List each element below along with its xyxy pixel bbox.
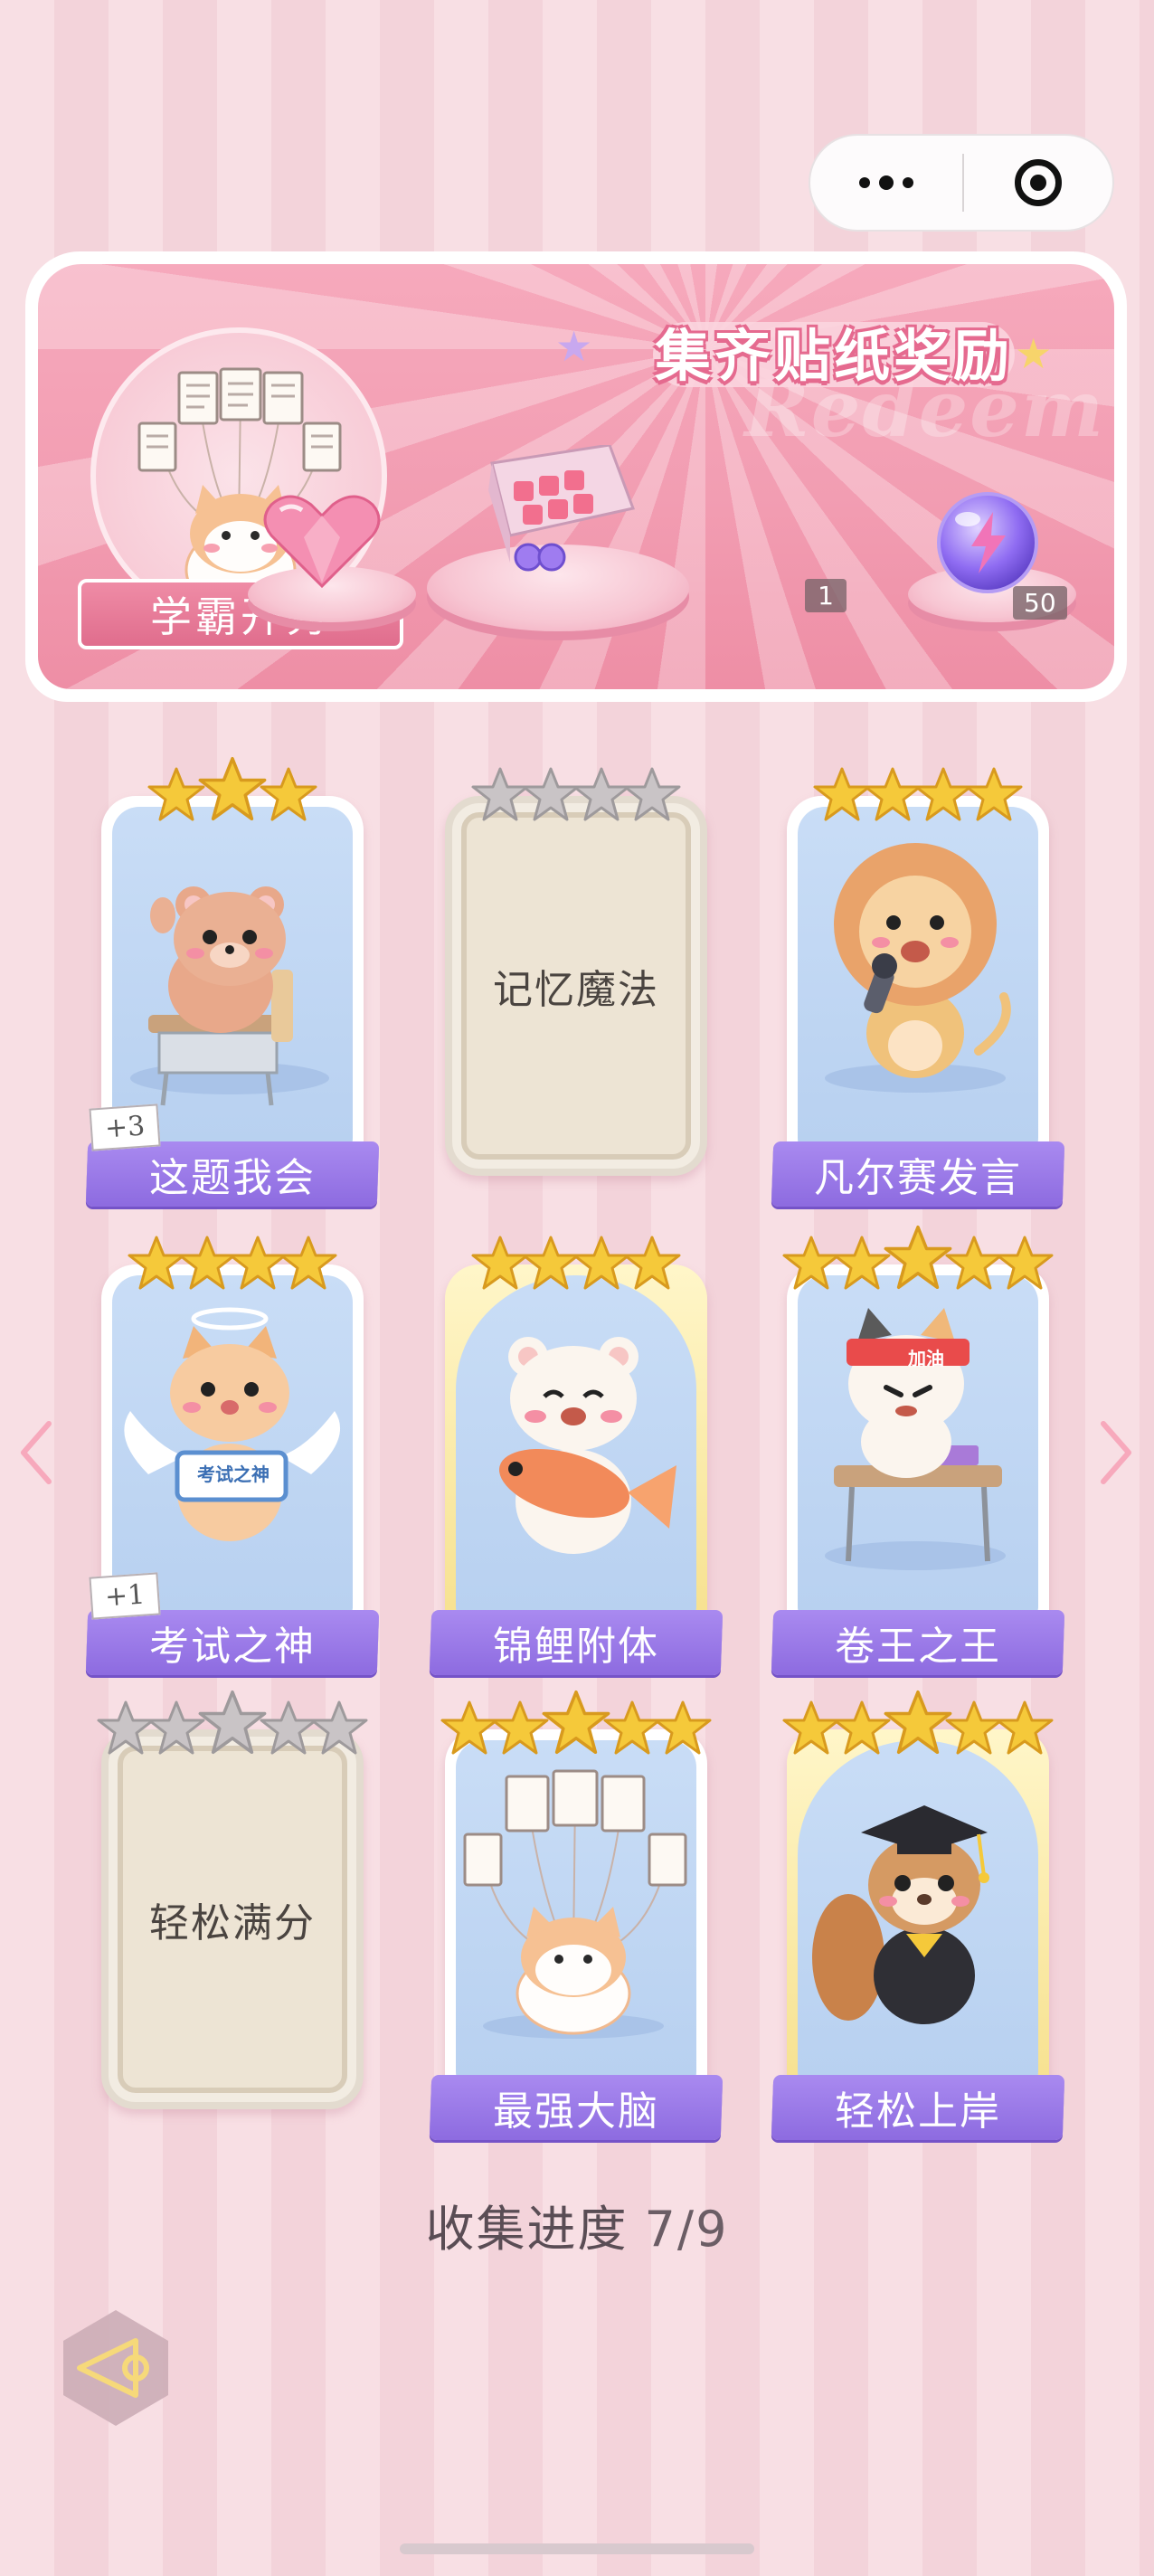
reward-banner: Redeem ★ ★ 集齐贴纸奖励 学霸开秀 1 50 xyxy=(25,251,1127,702)
star-icon xyxy=(996,1236,1054,1290)
progress-value: 7/9 xyxy=(644,2201,729,2258)
home-indicator xyxy=(400,2543,754,2554)
back-arrow-icon xyxy=(63,2310,168,2426)
star-icon xyxy=(279,1236,337,1290)
sticker-label: 轻松上岸 xyxy=(771,2075,1065,2140)
mini-program-capsule xyxy=(809,134,1114,232)
sticker-label: 记忆魔法 xyxy=(493,967,659,1013)
star-icon xyxy=(310,1700,368,1755)
star-icon xyxy=(572,1236,630,1290)
star-icon xyxy=(654,1700,712,1755)
banner-title: 集齐贴纸奖励 xyxy=(653,322,1015,389)
progress-label: 收集进度 xyxy=(425,2201,629,2258)
star-icon xyxy=(813,767,871,821)
star-icon xyxy=(572,767,630,821)
star-icon xyxy=(833,1236,891,1290)
sign-text: 考试之神 xyxy=(197,1463,270,1485)
sticker-label: 锦鲤附体 xyxy=(429,1610,724,1675)
more-button[interactable] xyxy=(810,136,962,230)
star-icon xyxy=(884,1690,952,1755)
star-icon xyxy=(147,767,205,821)
sticker-label: 这题我会 xyxy=(85,1141,380,1207)
target-close-icon xyxy=(1015,159,1062,206)
star-icon xyxy=(833,1700,891,1755)
star-icon xyxy=(945,1700,1003,1755)
star-icon xyxy=(965,767,1023,821)
star-icon xyxy=(603,1700,661,1755)
sticker-label: 凡尔赛发言 xyxy=(771,1141,1065,1207)
purple-star-icon: ★ xyxy=(555,322,593,371)
star-icon xyxy=(884,1225,952,1290)
sticker-card-kao-shi-zhi-shen[interactable]: 考试之神 +1 考试之神 xyxy=(85,1236,380,1681)
sticker-label: 考试之神 xyxy=(85,1610,380,1675)
sticker-card-fan-er-sai-fa-yan[interactable]: 凡尔赛发言 xyxy=(771,767,1065,1212)
sticker-label: 卷王之王 xyxy=(771,1610,1065,1675)
star-icon xyxy=(97,1700,155,1755)
reward-count: 1 xyxy=(805,579,847,612)
star-rating xyxy=(92,1690,373,1757)
previous-page-arrow-icon[interactable] xyxy=(18,1416,54,1489)
star-rating xyxy=(778,1690,1058,1757)
star-icon xyxy=(260,767,317,821)
star-icon xyxy=(147,1700,205,1755)
star-icon xyxy=(864,767,922,821)
sticker-card-zhe-ti-wo-hui[interactable]: +3 这题我会 xyxy=(85,756,380,1212)
sticker-label: 最强大脑 xyxy=(429,2075,724,2140)
star-icon xyxy=(782,1236,840,1290)
sticker-card-qing-song-man-fen[interactable]: 轻松满分 xyxy=(92,1690,373,2145)
star-icon xyxy=(914,767,972,821)
star-rating xyxy=(92,1226,373,1292)
star-icon xyxy=(782,1700,840,1755)
headband-text: 加油 xyxy=(908,1348,944,1369)
star-rating xyxy=(436,1226,716,1292)
duplicate-count-badge: +1 xyxy=(89,1572,161,1620)
star-icon xyxy=(229,1236,287,1290)
star-icon xyxy=(471,1236,529,1290)
collection-progress: 收集进度 7/9 xyxy=(0,2189,1154,2260)
star-icon xyxy=(260,1700,317,1755)
close-button[interactable] xyxy=(964,159,1112,206)
star-icon xyxy=(996,1700,1054,1755)
star-icon xyxy=(623,767,681,821)
star-rating xyxy=(92,756,373,823)
star-icon xyxy=(522,1236,580,1290)
star-icon xyxy=(128,1236,185,1290)
star-rating xyxy=(436,1690,716,1757)
sticker-label: 轻松满分 xyxy=(149,1900,316,1946)
purple-energy-orb-icon[interactable] xyxy=(930,487,1047,599)
star-icon xyxy=(440,1700,498,1755)
back-button[interactable] xyxy=(52,2305,179,2431)
next-page-arrow-icon[interactable] xyxy=(1098,1416,1134,1489)
pink-heart-gem-icon[interactable] xyxy=(259,492,385,595)
sticker-card-ji-yi-mo-fa[interactable]: 记忆魔法 xyxy=(436,767,716,1212)
more-dots-icon xyxy=(859,177,870,188)
sticker-card-juan-wang-zhi-wang[interactable]: 加油 卷王之王 xyxy=(771,1225,1065,1681)
star-icon xyxy=(522,767,580,821)
star-icon xyxy=(491,1700,549,1755)
star-rating xyxy=(778,758,1058,823)
duplicate-count-badge: +3 xyxy=(89,1103,161,1151)
star-icon xyxy=(542,1690,610,1755)
star-icon xyxy=(471,767,529,821)
sticker-card-qing-song-shang-an[interactable]: 轻松上岸 xyxy=(771,1690,1065,2145)
star-rating xyxy=(778,1225,1058,1292)
star-icon xyxy=(945,1236,1003,1290)
star-icon xyxy=(178,1236,236,1290)
star-rating xyxy=(436,758,716,823)
star-icon xyxy=(623,1236,681,1290)
sticker-card-zui-qiang-da-nao[interactable]: 最强大脑 xyxy=(429,1690,724,2145)
gift-box-icon[interactable] xyxy=(474,443,637,575)
reward-count: 50 xyxy=(1013,586,1067,620)
sticker-card-jin-li-fu-ti[interactable]: 锦鲤附体 xyxy=(429,1236,724,1681)
star-icon xyxy=(198,1690,267,1755)
star-icon xyxy=(198,756,267,821)
